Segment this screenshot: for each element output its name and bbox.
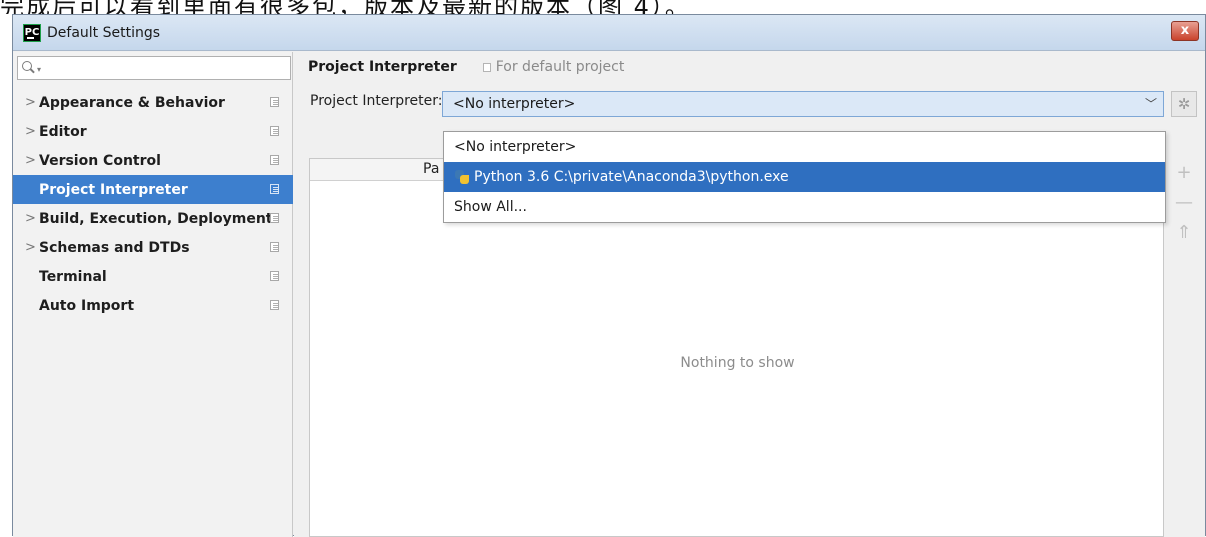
upgrade-package-icon[interactable]: ⇑ xyxy=(1174,218,1194,248)
project-scope-icon xyxy=(270,242,279,252)
sidebar-item-label: Build, Execution, Deployment xyxy=(39,210,273,227)
scope-hint: For default project xyxy=(482,59,625,75)
sidebar-item-label: Terminal xyxy=(39,268,107,285)
scope-hint-label: For default project xyxy=(495,59,625,75)
sidebar-item-label: Version Control xyxy=(39,152,161,169)
chevron-down-icon[interactable]: ﹀ xyxy=(1145,95,1157,112)
interpreter-row: Project Interpreter: xyxy=(310,93,443,109)
page-title: Project Interpreter xyxy=(308,59,457,75)
sidebar-item-label: Editor xyxy=(39,123,87,140)
empty-state-text: Nothing to show xyxy=(680,355,795,371)
project-scope-icon xyxy=(270,213,279,223)
sidebar-item-label: Appearance & Behavior xyxy=(39,94,225,111)
project-scope-icon xyxy=(270,271,279,281)
project-scope-icon xyxy=(270,155,279,165)
title-bar: PC Default Settings x xyxy=(13,15,1205,51)
pycharm-app-icon: PC xyxy=(23,23,41,42)
expand-chevron-icon[interactable]: > xyxy=(13,95,36,110)
sidebar-item-label: Project Interpreter xyxy=(39,181,188,198)
expand-chevron-icon[interactable]: > xyxy=(13,153,36,168)
settings-search-box[interactable]: ▾ xyxy=(17,56,291,80)
settings-nav-list: > Appearance & Behavior > Editor > Versi… xyxy=(13,88,293,320)
expand-chevron-icon[interactable]: > xyxy=(13,124,36,139)
sidebar-item-appearance-behavior[interactable]: > Appearance & Behavior xyxy=(13,88,293,117)
add-package-icon[interactable]: + xyxy=(1174,158,1194,188)
interpreter-label: Project Interpreter: xyxy=(310,93,443,109)
project-scope-icon xyxy=(270,97,279,107)
dropdown-option-label: <No interpreter> xyxy=(454,139,577,155)
sidebar-item-terminal[interactable]: Terminal xyxy=(13,262,293,291)
sidebar-item-project-interpreter[interactable]: Project Interpreter xyxy=(13,175,293,204)
dropdown-option-label: Python 3.6 C:\private\Anaconda3\python.e… xyxy=(474,169,789,185)
page-text-strip: 完成后可以看到里面有很多包，版本及最新的版本（图 4）。 xyxy=(0,0,1206,14)
python-icon xyxy=(454,169,470,185)
package-toolbar: + — ⇑ xyxy=(1174,158,1194,248)
sidebar-item-schemas-dtds[interactable]: > Schemas and DTDs xyxy=(13,233,293,262)
sidebar-item-auto-import[interactable]: Auto Import xyxy=(13,291,293,320)
window-title: Default Settings xyxy=(47,24,161,41)
page-text: 完成后可以看到里面有很多包，版本及最新的版本（图 4）。 xyxy=(0,0,691,14)
sidebar-item-label: Schemas and DTDs xyxy=(39,239,190,256)
sidebar-item-build-execution-deployment[interactable]: > Build, Execution, Deployment xyxy=(13,204,293,233)
dropdown-option-show-all[interactable]: Show All... xyxy=(444,192,1165,222)
expand-chevron-icon[interactable]: > xyxy=(13,240,36,255)
interpreter-select[interactable]: <No interpreter> ﹀ xyxy=(442,91,1164,117)
settings-window: PC Default Settings x ▾ > Appearance & B… xyxy=(12,14,1206,537)
project-scope-icon xyxy=(270,300,279,310)
search-history-chevron-icon[interactable]: ▾ xyxy=(37,65,41,74)
interpreter-select-value: <No interpreter> xyxy=(453,96,576,112)
dropdown-option-no-interpreter[interactable]: <No interpreter> xyxy=(444,132,1165,162)
project-scope-icon xyxy=(270,126,279,136)
settings-sidebar: ▾ > Appearance & Behavior > Editor > Ver… xyxy=(13,52,293,537)
project-scope-icon xyxy=(482,62,491,72)
search-icon xyxy=(22,61,36,75)
sidebar-item-editor[interactable]: > Editor xyxy=(13,117,293,146)
expand-chevron-icon[interactable]: > xyxy=(13,211,36,226)
settings-search-input[interactable] xyxy=(45,59,290,77)
settings-main-panel: Project Interpreter For default project … xyxy=(294,52,1205,537)
project-scope-icon xyxy=(270,184,279,194)
sidebar-item-version-control[interactable]: > Version Control xyxy=(13,146,293,175)
gear-icon[interactable]: ✲ xyxy=(1171,91,1197,117)
remove-package-icon[interactable]: — xyxy=(1174,188,1194,218)
interpreter-dropdown-list: <No interpreter> Python 3.6 C:\private\A… xyxy=(443,131,1166,223)
dropdown-option-label: Show All... xyxy=(454,199,527,215)
dropdown-option-python36[interactable]: Python 3.6 C:\private\Anaconda3\python.e… xyxy=(444,162,1165,192)
column-header-package[interactable]: Pa xyxy=(423,161,439,177)
close-button[interactable]: x xyxy=(1171,21,1199,41)
sidebar-item-label: Auto Import xyxy=(39,297,135,314)
breadcrumb: Project Interpreter For default project xyxy=(308,59,624,75)
